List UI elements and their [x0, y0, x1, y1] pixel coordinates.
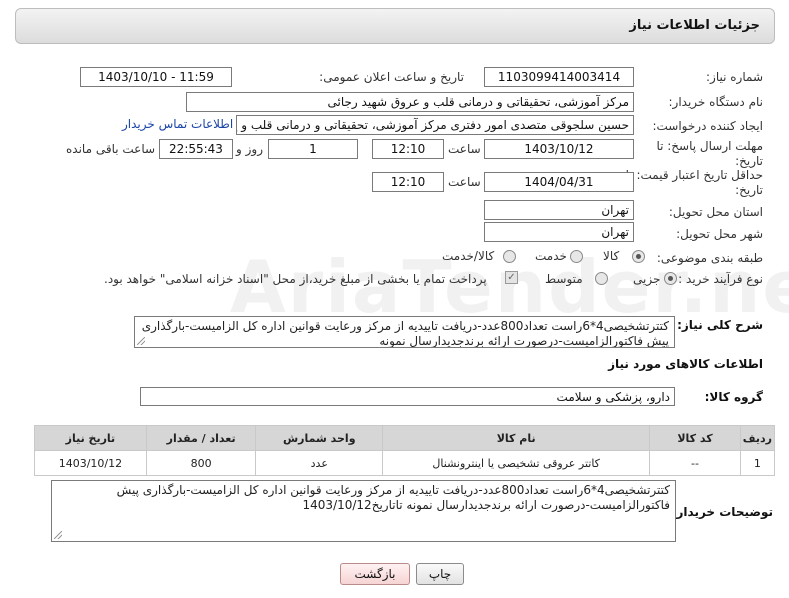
buyer-notes-text: کتترتشخیصی4*6راست تعداد800عدد-دریافت تای… [116, 483, 670, 512]
days-remaining-field[interactable]: 1 [268, 139, 358, 159]
goods-section-title: اطلاعات کالاهای مورد نیاز [608, 357, 763, 371]
contact-buyer-link[interactable]: اطلاعات تماس خریدار [122, 117, 233, 131]
deadline-label: مهلت ارسال پاسخ: تا [656, 139, 763, 153]
cell-code: -- [649, 450, 741, 476]
cell-row: 1 [739, 450, 776, 476]
cell-need-date: 1403/10/12 [34, 450, 147, 476]
col-need-date: تاریخ نیاز [34, 425, 147, 451]
days-word: روز و [236, 142, 263, 156]
deadline-time-word: ساعت [448, 142, 481, 156]
col-quantity: تعداد / مقدار [145, 425, 257, 451]
buyer-notes-textarea[interactable]: کتترتشخیصی4*6راست تعداد800عدد-دریافت تای… [51, 480, 676, 542]
validity-date-label: تاریخ: [735, 183, 763, 197]
category-goods-service-radio[interactable] [503, 250, 516, 263]
process-label: نوع فرآیند خرید : [678, 272, 763, 286]
cell-quantity: 800 [145, 450, 257, 476]
description-text: کتترتشخیصی4*6راست تعداد800عدد-دریافت تای… [141, 319, 669, 348]
deadline-date-label: تاریخ: [735, 154, 763, 168]
category-goods-radio[interactable] [632, 250, 645, 263]
cell-name: کاتتر عروقی تشخیصی یا اینترونشنال [382, 450, 651, 476]
description-label: شرح کلی نیاز: [677, 318, 763, 332]
process-medium-label: متوسط [545, 272, 583, 286]
validity-label: حداقل تاریخ اعتبار قیمت: تا [625, 168, 763, 182]
process-medium-radio[interactable] [595, 272, 608, 285]
need-number-label: شماره نیاز: [706, 70, 763, 84]
col-code: کد کالا [649, 425, 741, 451]
province-field[interactable]: تهران [484, 200, 634, 220]
description-textarea[interactable]: کتترتشخیصی4*6راست تعداد800عدد-دریافت تای… [134, 316, 675, 348]
treasury-payment-checkbox[interactable]: ✓ [505, 271, 518, 284]
cell-unit: عدد [255, 450, 384, 476]
creator-label: ایجاد کننده درخواست: [652, 119, 763, 133]
col-row: ردیف [739, 425, 776, 451]
table-row[interactable]: 1 -- کاتتر عروقی تشخیصی یا اینترونشنال ع… [34, 450, 776, 476]
category-service-radio[interactable] [570, 250, 583, 263]
province-label: استان محل تحویل: [668, 205, 763, 219]
print-button[interactable]: چاپ [416, 563, 464, 585]
process-minor-label: جزیی [633, 272, 661, 286]
buyer-label: نام دستگاه خریدار: [668, 95, 764, 109]
deadline-date-field[interactable]: 1403/10/12 [484, 139, 634, 159]
col-name: نام کالا [382, 425, 651, 451]
treasury-payment-note: پرداخت تمام یا بخشی از مبلغ خرید،از محل … [104, 272, 487, 286]
col-unit: واحد شمارش [255, 425, 384, 451]
goods-table: ردیف کد کالا نام کالا واحد شمارش تعداد /… [34, 425, 776, 476]
resize-grip-icon[interactable] [137, 337, 145, 345]
resize-grip-icon[interactable] [54, 531, 62, 539]
remaining-word: ساعت باقی مانده [66, 142, 156, 156]
process-minor-radio[interactable] [664, 272, 677, 285]
goods-table-header: ردیف کد کالا نام کالا واحد شمارش تعداد /… [34, 425, 776, 451]
category-goods-label: کالا [603, 249, 620, 263]
remaining-time-field[interactable]: 22:55:43 [159, 139, 233, 159]
city-label: شهر محل تحویل: [676, 227, 763, 241]
deadline-time-field[interactable]: 12:10 [372, 139, 444, 159]
validity-date-field[interactable]: 1404/04/31 [484, 172, 634, 192]
goods-group-label: گروه کالا: [704, 390, 763, 404]
page-header: جزئیات اطلاعات نیاز [15, 8, 775, 44]
city-field[interactable]: تهران [484, 222, 634, 242]
category-service-label: خدمت [535, 249, 567, 263]
need-number-field[interactable]: 1103099414003414 [484, 67, 634, 87]
category-goods-service-label: کالا/خدمت [442, 249, 495, 263]
buyer-notes-label: توضیحات خریدار: [671, 505, 773, 519]
buyer-field[interactable]: مرکز آموزشی، تحقیقاتی و درمانی قلب و عرو… [186, 92, 634, 112]
goods-group-field[interactable]: دارو، پزشکی و سلامت [140, 387, 675, 406]
validity-time-word: ساعت [448, 175, 481, 189]
announce-label: تاریخ و ساعت اعلان عمومی: [319, 70, 464, 84]
back-button[interactable]: بازگشت [340, 563, 410, 585]
announce-field[interactable]: 1403/10/10 - 11:59 [80, 67, 232, 87]
page-title: جزئیات اطلاعات نیاز [629, 18, 760, 33]
validity-time-field[interactable]: 12:10 [372, 172, 444, 192]
creator-field[interactable]: حسین سلجوقی متصدی امور دفتری مرکز آموزشی… [236, 115, 634, 135]
category-label: طبقه بندی موضوعی: [656, 251, 763, 265]
